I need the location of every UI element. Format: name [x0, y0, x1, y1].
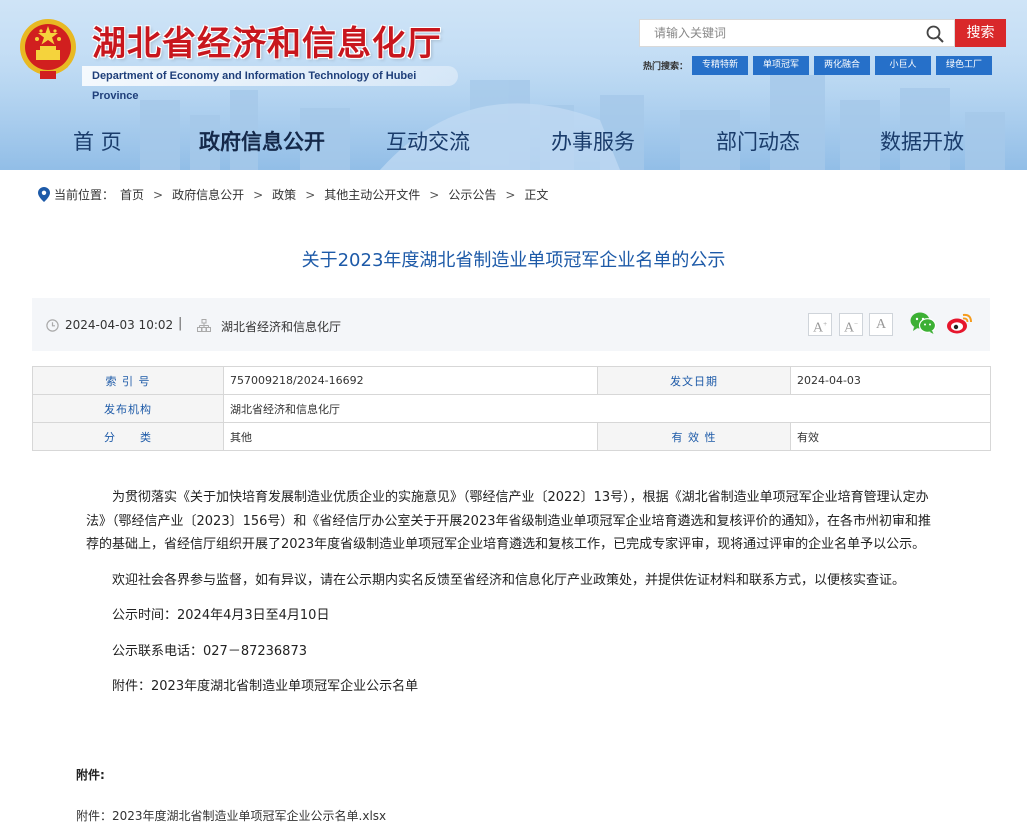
national-emblem-icon [20, 19, 76, 79]
breadcrumb-separator: > [253, 187, 264, 202]
nav-item-dept-news[interactable]: 部门动态 [716, 126, 800, 156]
breadcrumb-separator: > [505, 187, 516, 202]
validity-label: 有 效 性 [597, 422, 791, 451]
hot-tag-xiaojuren[interactable]: 小巨人 [875, 56, 931, 75]
hot-search-tags: 专精特新 单项冠军 两化融合 小巨人 绿色工厂 [692, 56, 992, 75]
article-body: 为贯彻落实《关于加快培育发展制造业优质企业的实施意见》（鄂经信产业〔2022〕1… [86, 486, 936, 711]
body-paragraph: 附件：2023年度湖北省制造业单项冠军企业公示名单 [112, 679, 419, 694]
nav-item-gov-info[interactable]: 政府信息公开 [199, 126, 325, 156]
index-number-value: 757009218/2024-16692 [223, 366, 598, 395]
organization-icon [197, 319, 211, 332]
issue-date-value: 2024-04-03 [790, 366, 991, 395]
hot-tag-zhuanjingtexin[interactable]: 专精特新 [692, 56, 748, 75]
clock-icon [46, 319, 59, 332]
attachment-link[interactable]: 附件：2023年度湖北省制造业单项冠军企业公示名单.xlsx [76, 807, 386, 824]
hot-tag-lvsegongchang[interactable]: 绿色工厂 [936, 56, 992, 75]
font-button-label: A [875, 317, 887, 332]
main-nav: 首 页 政府信息公开 互动交流 办事服务 部门动态 数据开放 [0, 126, 1027, 162]
body-paragraph: 为贯彻落实《关于加快培育发展制造业优质企业的实施意见》（鄂经信产业〔2022〕1… [86, 490, 931, 552]
document-info-table: 索 引 号 757009218/2024-16692 发文日期 2024-04-… [32, 366, 991, 451]
index-number-label: 索 引 号 [32, 366, 224, 395]
publish-date: 2024-04-03 10:02 [65, 318, 174, 332]
font-size-small-button[interactable]: A− [839, 313, 863, 336]
breadcrumb-item-other-files[interactable]: 其他主动公开文件 [324, 186, 420, 203]
breadcrumb-item-home[interactable]: 首页 [120, 186, 144, 203]
table-row: 发布机构 湖北省经济和信息化厅 [32, 394, 991, 423]
meta-divider: | [178, 316, 183, 331]
body-paragraph: 公示联系电话：027－87236873 [112, 643, 307, 659]
breadcrumb: 当前位置： 首页 > 政府信息公开 > 政策 > 其他主动公开文件 > 公示公告… [38, 186, 548, 203]
validity-value: 有效 [790, 422, 991, 451]
article-meta-bar: 2024-04-03 10:02 | 湖北省经济和信息化厅 A+ A− A [32, 298, 990, 351]
location-pin-icon [38, 187, 50, 202]
search-icon[interactable] [926, 25, 944, 43]
breadcrumb-separator: > [153, 187, 164, 202]
search-box [639, 19, 955, 47]
font-size-reset-button[interactable]: A [869, 313, 893, 336]
search-input[interactable] [640, 20, 910, 46]
article-title: 关于2023年度湖北省制造业单项冠军企业名单的公示 [301, 250, 726, 271]
table-row: 索 引 号 757009218/2024-16692 发文日期 2024-04-… [32, 366, 991, 395]
attachment-heading: 附件: [76, 768, 105, 782]
search-button[interactable]: 搜索 [955, 19, 1006, 47]
breadcrumb-item-current: 正文 [524, 188, 549, 202]
hot-tag-danxiangguanjun[interactable]: 单项冠军 [753, 56, 809, 75]
site-subtitle: Department of Economy and Information Te… [82, 66, 458, 102]
nav-item-interaction[interactable]: 互动交流 [386, 126, 470, 156]
body-paragraph: 欢迎社会各界参与监督，如有异议，请在公示期内实名反馈至省经济和信息化厅产业政策处… [112, 572, 906, 588]
hot-search-label: 热门搜索： [643, 62, 689, 72]
publisher-value: 湖北省经济和信息化厅 [223, 394, 991, 423]
category-label: 分 类 [32, 422, 224, 451]
font-size-large-button[interactable]: A+ [808, 313, 832, 336]
font-button-label: A [843, 320, 855, 336]
breadcrumb-label: 当前位置： [54, 188, 115, 202]
breadcrumb-item-gov-info[interactable]: 政府信息公开 [172, 186, 244, 203]
body-paragraph: 公示时间：2024年4月3日至4月10日 [112, 608, 330, 623]
publish-org: 湖北省经济和信息化厅 [221, 320, 342, 334]
site-header: 湖北省经济和信息化厅 Department of Economy and Inf… [0, 0, 1027, 170]
breadcrumb-item-policy[interactable]: 政策 [272, 186, 296, 203]
breadcrumb-item-notices[interactable]: 公示公告 [448, 186, 496, 203]
hot-tag-lianghuaronghe[interactable]: 两化融合 [814, 56, 870, 75]
nav-item-services[interactable]: 办事服务 [551, 126, 635, 156]
breadcrumb-separator: > [305, 187, 316, 202]
breadcrumb-separator: > [429, 187, 440, 202]
nav-item-home[interactable]: 首 页 [73, 126, 122, 156]
issue-date-label: 发文日期 [597, 366, 791, 395]
publisher-label: 发布机构 [32, 394, 224, 423]
category-value: 其他 [223, 422, 598, 451]
table-row: 分 类 其他 有 效 性 有效 [32, 422, 991, 451]
site-title[interactable]: 湖北省经济和信息化厅 [92, 16, 442, 65]
nav-item-open-data[interactable]: 数据开放 [880, 126, 964, 156]
font-button-label: A [812, 320, 824, 336]
weibo-share-icon[interactable] [946, 311, 973, 335]
wechat-share-icon[interactable] [910, 311, 936, 335]
